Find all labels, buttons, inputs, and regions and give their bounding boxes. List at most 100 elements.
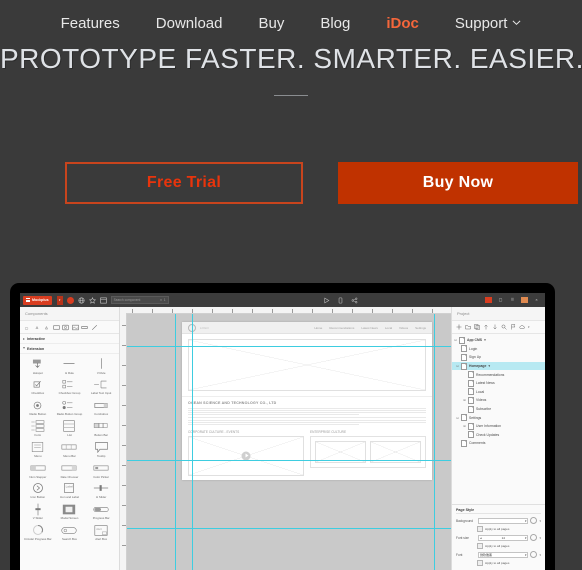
tree-node-comments[interactable]: Comments bbox=[452, 439, 545, 448]
expand-icon[interactable]: ⊞ bbox=[463, 398, 466, 402]
play-icon[interactable] bbox=[323, 297, 330, 304]
add-icon[interactable] bbox=[456, 324, 462, 330]
tree-caret-icon[interactable]: ▾ bbox=[484, 338, 486, 342]
heading-icon[interactable]: A̲ bbox=[43, 324, 50, 331]
canvas-guide-vertical[interactable] bbox=[434, 314, 435, 570]
font-select[interactable]: 微软雅黑 ▾ bbox=[478, 551, 529, 558]
component-item[interactable]: Radio Button Group bbox=[54, 399, 86, 417]
component-item[interactable]: Menu bbox=[22, 440, 54, 458]
nav-item-support[interactable]: Support bbox=[437, 16, 540, 31]
line-icon[interactable] bbox=[91, 324, 98, 331]
component-item[interactable]: Label Text Input bbox=[85, 378, 117, 396]
component-item[interactable]: List bbox=[54, 419, 86, 437]
wireframe-menu-item[interactable]: Videos bbox=[399, 326, 408, 330]
select-icon[interactable]: ▭ bbox=[24, 324, 31, 331]
move-up-icon[interactable] bbox=[483, 324, 489, 330]
preview-icon[interactable] bbox=[521, 297, 528, 303]
toolbar-overflow-icon[interactable]: ▾ bbox=[528, 325, 530, 329]
component-item[interactable]: V Rule bbox=[85, 357, 117, 375]
wireframe-menu-item[interactable]: Local bbox=[385, 326, 392, 330]
tree-node-local[interactable]: Local bbox=[452, 388, 545, 397]
component-item[interactable]: Checkbox Group bbox=[54, 378, 86, 396]
star-icon[interactable] bbox=[88, 296, 96, 304]
app-brand-logo[interactable]: Mockplus bbox=[23, 295, 52, 305]
component-item[interactable]: Search Box bbox=[54, 524, 86, 542]
font-size-select[interactable]: ◂ 14 ▾ bbox=[478, 534, 529, 541]
tree-node-homepage[interactable]: ⊟ Homepage ▾ bbox=[452, 361, 545, 371]
component-item[interactable]: Date Chooser bbox=[54, 461, 86, 479]
components-section-interactive[interactable]: Interactive bbox=[20, 334, 119, 344]
component-item[interactable]: Color Picker bbox=[85, 461, 117, 479]
restore-icon[interactable] bbox=[485, 297, 492, 303]
canvas-guide-horizontal[interactable] bbox=[127, 460, 451, 461]
canvas-guide-vertical[interactable] bbox=[175, 314, 176, 570]
search-icon[interactable] bbox=[501, 324, 507, 330]
component-item[interactable]: H Rule bbox=[54, 357, 86, 375]
expand-icon[interactable]: ⊞ bbox=[463, 424, 466, 428]
buy-now-button[interactable]: Buy Now bbox=[338, 162, 578, 204]
tree-node-latest-news[interactable]: Latest News bbox=[452, 379, 545, 388]
maximize-icon[interactable]: ▢ bbox=[497, 297, 504, 303]
nav-item-buy[interactable]: Buy bbox=[240, 16, 302, 31]
more-icon[interactable]: ▾ bbox=[539, 553, 541, 557]
component-item[interactable]: Modal Screen bbox=[54, 503, 86, 521]
close-icon[interactable]: × bbox=[533, 297, 540, 303]
brand-caret-icon[interactable]: ▾ bbox=[56, 295, 63, 305]
canvas-viewport[interactable]: LOGO Home Recommendations Latest News Lo… bbox=[127, 314, 451, 570]
wireframe-menu-item[interactable]: Settings bbox=[415, 326, 426, 330]
wireframe-menu-item[interactable]: Home bbox=[314, 326, 322, 330]
tree-node-check-updates[interactable]: Check Updates bbox=[452, 431, 545, 440]
component-item[interactable]: Radio Button bbox=[22, 399, 54, 417]
rect-icon[interactable] bbox=[52, 324, 60, 331]
more-icon[interactable]: ▾ bbox=[539, 519, 541, 523]
more-icon[interactable]: ▾ bbox=[539, 536, 541, 540]
component-item[interactable]: Button Bar bbox=[85, 419, 117, 437]
nav-item-download[interactable]: Download bbox=[138, 16, 241, 31]
component-item[interactable]: H Slider bbox=[85, 482, 117, 500]
component-item[interactable]: Menu Bar bbox=[54, 440, 86, 458]
text-icon[interactable]: A bbox=[34, 324, 41, 331]
reset-icon[interactable] bbox=[530, 551, 538, 558]
component-item[interactable]: Combobox bbox=[85, 399, 117, 417]
canvas-guide-vertical[interactable] bbox=[192, 314, 193, 570]
component-item[interactable]: Hotspot bbox=[22, 357, 54, 375]
component-item[interactable]: Form bbox=[22, 419, 54, 437]
folder-icon[interactable] bbox=[465, 324, 471, 330]
wireframe-menu-item[interactable]: Recommendations bbox=[329, 326, 354, 330]
component-item[interactable]: V Slider bbox=[22, 503, 54, 521]
expand-icon[interactable]: ⊟ bbox=[456, 416, 459, 420]
flag-icon[interactable] bbox=[510, 324, 516, 330]
reset-icon[interactable] bbox=[530, 534, 538, 541]
tree-node-app-cms[interactable]: ⊟ App CMS ▾ bbox=[452, 336, 545, 345]
grid-icon[interactable] bbox=[99, 297, 107, 304]
nav-item-features[interactable]: Features bbox=[43, 16, 138, 31]
duplicate-icon[interactable] bbox=[474, 324, 480, 330]
nav-item-idoc[interactable]: iDoc bbox=[368, 16, 437, 31]
component-item[interactable]: Num Stepper bbox=[22, 461, 54, 479]
design-canvas[interactable]: LOGO Home Recommendations Latest News Lo… bbox=[120, 307, 451, 570]
tree-node-sign-up[interactable]: Sign Up bbox=[452, 353, 545, 362]
play-icon[interactable] bbox=[241, 451, 251, 461]
wireframe-menu-item[interactable]: Latest News bbox=[361, 326, 378, 330]
globe-icon[interactable] bbox=[78, 297, 85, 304]
canvas-guide-horizontal[interactable] bbox=[127, 528, 451, 529]
component-item[interactable]: Checkbox bbox=[22, 378, 54, 396]
move-down-icon[interactable] bbox=[492, 324, 498, 330]
component-item[interactable]: Circular Progress Bar bbox=[22, 524, 54, 542]
expand-icon[interactable]: ⊟ bbox=[456, 364, 459, 368]
tree-caret-icon[interactable]: ▾ bbox=[488, 364, 490, 368]
record-icon[interactable] bbox=[66, 296, 74, 304]
cloud-icon[interactable] bbox=[519, 324, 525, 330]
button-icon[interactable] bbox=[81, 324, 88, 331]
tree-node-user-information[interactable]: ⊞ User Information bbox=[452, 422, 545, 431]
tile-icon[interactable]: ⠿ bbox=[509, 297, 516, 303]
component-item[interactable]: Progress Bar bbox=[85, 503, 117, 521]
free-trial-button[interactable]: Free Trial bbox=[65, 162, 303, 204]
component-item[interactable]: Tooltip bbox=[85, 440, 117, 458]
tree-node-settings[interactable]: ⊟ Settings bbox=[452, 413, 545, 422]
tree-node-videos[interactable]: ⊞ Videos bbox=[452, 396, 545, 405]
reset-icon[interactable] bbox=[530, 517, 538, 524]
expand-icon[interactable]: ⊟ bbox=[454, 338, 457, 342]
font-size-apply-all[interactable]: Apply to all pages bbox=[477, 542, 541, 549]
image-icon[interactable] bbox=[62, 324, 69, 331]
